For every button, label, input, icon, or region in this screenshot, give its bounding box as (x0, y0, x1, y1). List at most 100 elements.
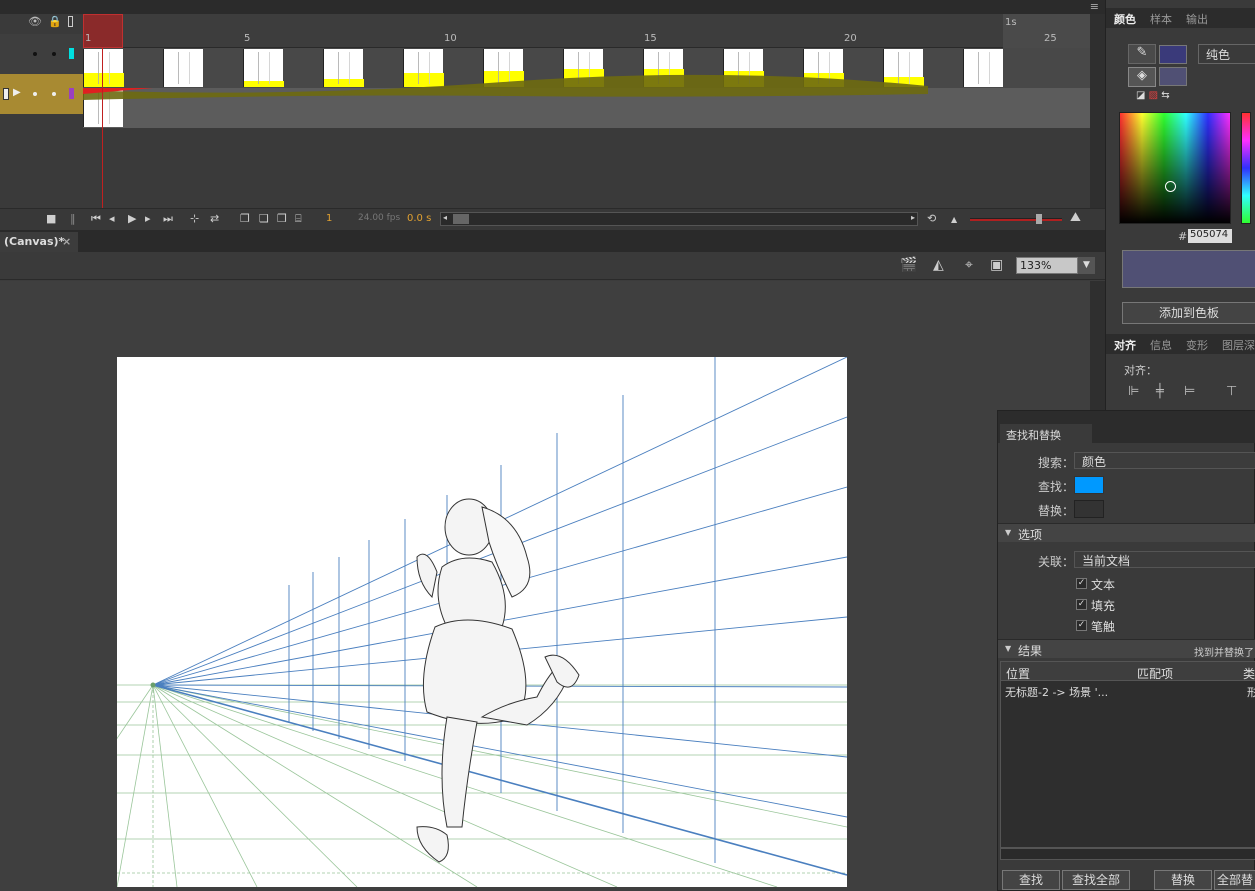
close-icon[interactable]: × (62, 235, 71, 248)
column-location[interactable]: 位置 (1006, 665, 1030, 682)
loop-icon[interactable]: ⇄ (210, 212, 219, 225)
tab-info[interactable]: 信息 (1150, 337, 1172, 353)
no-color-icon[interactable]: ▨ (1149, 90, 1158, 101)
zoom-in-icon[interactable]: ⛰ (1070, 210, 1081, 225)
paint-bucket-icon[interactable]: ◈ (1128, 67, 1156, 87)
lock-icon[interactable]: 🔒 (48, 15, 62, 28)
hue-slider[interactable] (1241, 112, 1251, 224)
result-row[interactable]: 无标题-2 -> 场景 '... (1005, 684, 1108, 700)
search-type-dropdown[interactable]: 颜色 (1074, 452, 1255, 469)
zoom-field[interactable]: 133% (1016, 257, 1078, 274)
lock-dot-icon[interactable] (52, 92, 56, 96)
time-readout[interactable]: 0.0 s (407, 213, 431, 224)
modify-markers-icon[interactable]: ⌸ (295, 212, 302, 226)
align-top-icon[interactable]: ⊤ (1226, 384, 1237, 399)
outline-icon[interactable] (68, 16, 73, 27)
picker-cursor[interactable] (1165, 181, 1176, 192)
panel-menu-icon[interactable]: ≡ (1090, 0, 1099, 13)
stage-vertical-scrollbar[interactable] (1090, 281, 1105, 411)
center-frame-icon[interactable]: ⊹ (190, 212, 199, 225)
hex-input[interactable]: 505074 (1188, 229, 1232, 243)
document-tab[interactable]: (Canvas)* × (0, 232, 78, 252)
tab-find-replace[interactable]: 查找和替换 (1000, 424, 1092, 443)
results-table[interactable]: 位置 匹配项 类 无标题-2 -> 场景 '... 形 (1000, 661, 1255, 848)
clip-stage-icon[interactable]: ▣ (990, 257, 1003, 273)
text-checkbox[interactable]: ✓ (1076, 578, 1087, 589)
replace-button[interactable]: 替换 (1154, 870, 1212, 890)
eye-icon[interactable]: 👁 (28, 15, 42, 28)
step-back-icon[interactable]: ◂ (109, 212, 115, 225)
visibility-dot-icon[interactable] (33, 52, 37, 56)
collapse-arrow-icon[interactable]: ▼ (1005, 528, 1011, 537)
drawing-canvas[interactable] (117, 357, 847, 887)
refresh-icon[interactable]: ⟲ (927, 212, 936, 225)
clapperboard-icon[interactable]: 🎬 (900, 257, 917, 273)
stroke-color-swatch[interactable] (1159, 45, 1187, 64)
timeline-horizontal-scrollbar[interactable]: ◂ ▸ (440, 212, 918, 226)
tab-output[interactable]: 输出 (1186, 11, 1208, 27)
find-button[interactable]: 查找 (1002, 870, 1060, 890)
layer-color-icon[interactable] (69, 88, 74, 99)
tab-swatches[interactable]: 样本 (1150, 11, 1172, 27)
fps-readout[interactable]: 24.00 fps (358, 213, 400, 223)
visibility-dot-icon[interactable] (33, 92, 37, 96)
scribble-annotation (83, 74, 928, 100)
fill-checkbox[interactable]: ✓ (1076, 599, 1087, 610)
pencil-icon[interactable]: ✎ (1128, 44, 1156, 64)
current-frame-readout[interactable]: 1 (326, 213, 332, 224)
column-match[interactable]: 匹配项 (1137, 665, 1173, 682)
replace-all-button[interactable]: 全部替 (1214, 870, 1255, 890)
frame-grid[interactable]: 1 5 10 15 20 1s 25 (83, 14, 1090, 208)
align-left-icon[interactable]: ⊫ (1128, 384, 1139, 399)
collapse-arrow-icon[interactable]: ▼ (1005, 644, 1011, 653)
layer-row-selected[interactable]: ▶ (0, 74, 83, 114)
results-horizontal-scrollbar[interactable] (1000, 848, 1255, 860)
camera-icon[interactable]: ■ (46, 212, 56, 225)
scroll-left-icon[interactable]: ◂ (443, 213, 447, 222)
result-row-kind[interactable]: 形 (1247, 684, 1255, 700)
expand-arrow-icon[interactable]: ▶ (13, 87, 21, 98)
options-section-header[interactable]: ▼ 选项 (998, 523, 1255, 542)
timeline-title-bar: ≡ (0, 0, 1105, 14)
layer-color-icon[interactable] (69, 48, 74, 59)
stroke-checkbox[interactable]: ✓ (1076, 620, 1087, 631)
edit-multiple-frames-icon[interactable]: ❒ (277, 212, 287, 225)
zoom-out-icon[interactable]: ▲ (951, 215, 957, 224)
color-swap-icons[interactable]: ◪ ▨ ⇆ (1136, 90, 1170, 101)
replace-color-swatch[interactable] (1074, 500, 1104, 518)
step-forward-icon[interactable]: ▸ (145, 212, 151, 225)
scope-dropdown[interactable]: 当前文档 (1074, 551, 1255, 568)
center-stage-icon[interactable]: ⌖ (965, 257, 973, 273)
tab-transform[interactable]: 变形 (1186, 337, 1208, 353)
timeline-vertical-scrollbar[interactable] (1090, 14, 1105, 208)
swap-colors-icon[interactable]: ⇆ (1161, 90, 1169, 101)
chevron-down-icon[interactable]: ▼ (1078, 257, 1095, 274)
align-center-icon[interactable]: ╪ (1156, 384, 1164, 399)
color-type-dropdown[interactable]: 纯色 (1198, 44, 1255, 64)
find-color-swatch[interactable] (1074, 476, 1104, 494)
go-to-last-frame-icon[interactable]: ⏭ (163, 212, 173, 226)
column-kind[interactable]: 类 (1243, 665, 1255, 682)
results-section-header[interactable]: ▼ 结果 找到并替换了 (998, 639, 1255, 659)
slider-knob[interactable] (1036, 214, 1042, 224)
tab-layer-depth[interactable]: 图层深 (1222, 337, 1255, 353)
tab-align[interactable]: 对齐 (1114, 337, 1136, 353)
lock-dot-icon[interactable] (52, 52, 56, 56)
onion-skin-icon[interactable]: ❐ (240, 212, 250, 225)
color-spectrum-picker[interactable] (1119, 112, 1231, 224)
layer-row[interactable] (0, 34, 83, 74)
frame-ruler[interactable]: 1 5 10 15 20 1s 25 (83, 14, 1090, 48)
onion-outline-icon[interactable]: ❑ (259, 212, 269, 225)
frame-size-slider[interactable] (970, 218, 1062, 221)
add-to-swatches-button[interactable]: 添加到色板 (1122, 302, 1255, 324)
play-icon[interactable]: ▶ (128, 212, 136, 225)
tab-color[interactable]: 颜色 (1114, 11, 1136, 27)
black-white-icon[interactable]: ◪ (1136, 90, 1145, 101)
align-right-icon[interactable]: ⊨ (1184, 384, 1195, 399)
symbol-icon[interactable]: ◭ (933, 257, 944, 273)
fill-color-swatch[interactable] (1159, 67, 1187, 86)
scroll-thumb[interactable] (453, 214, 469, 224)
scroll-right-icon[interactable]: ▸ (911, 213, 915, 222)
find-all-button[interactable]: 查找全部 (1062, 870, 1130, 890)
go-to-first-frame-icon[interactable]: ⏮ (91, 212, 101, 226)
